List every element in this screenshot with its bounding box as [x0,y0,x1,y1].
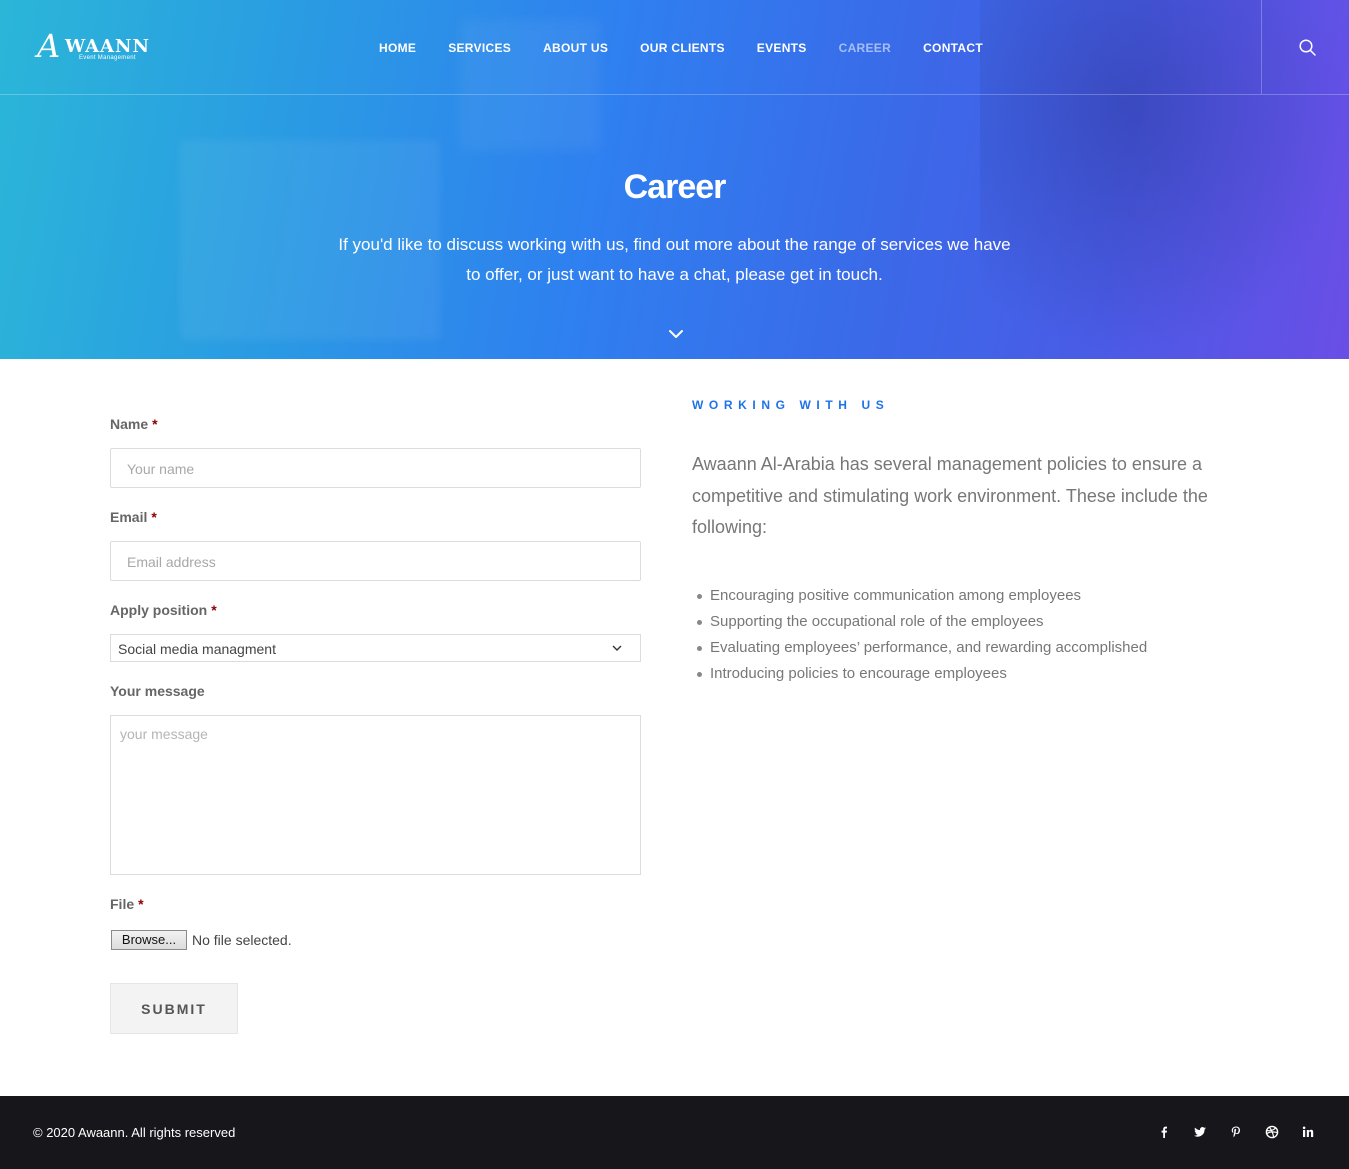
email-label: Email * [110,509,157,525]
message-label: Your message [110,683,205,699]
page-title: Career [623,168,727,206]
nav-item-events[interactable]: EVENTS [757,41,807,55]
dribbble-icon[interactable] [1265,1125,1279,1139]
position-select-value: Social media managment [118,641,276,657]
twitter-icon[interactable] [1193,1125,1207,1139]
nav-item-contact[interactable]: CONTACT [923,41,983,55]
section-heading: WORKING WITH US [692,398,890,412]
list-item: Evaluating employees’ performance, and r… [696,635,1147,661]
required-mark: * [211,602,217,618]
message-textarea[interactable]: your message [110,715,641,875]
hero-section: A WAANN Event Management HOME SERVICES A… [0,0,1349,359]
hero-description: If you'd like to discuss working with us… [338,235,1011,284]
list-item: Encouraging positive communication among… [696,583,1147,609]
email-placeholder: Email address [127,554,216,570]
file-label: File * [110,896,144,912]
site-header: A WAANN Event Management HOME SERVICES A… [0,0,1349,95]
name-input[interactable]: Your name [110,448,641,488]
search-button[interactable] [1261,0,1349,94]
search-icon [1299,39,1316,56]
social-links [1157,1125,1337,1139]
email-input[interactable]: Email address [110,541,641,581]
section-intro: Awaann Al-Arabia has several management … [692,454,1208,537]
nav-item-about-us[interactable]: ABOUT US [543,41,608,55]
copyright-text: © 2020 Awaann. All rights reserved [33,1125,236,1140]
position-select[interactable]: Social media managment [110,634,641,662]
file-status: No file selected. [192,932,292,948]
policy-list: Encouraging positive communication among… [696,583,1147,687]
required-mark: * [152,416,158,432]
logo-tagline: Event Management [79,55,136,61]
name-placeholder: Your name [127,461,195,477]
nav-item-services[interactable]: SERVICES [448,41,511,55]
list-item: Supporting the occupational role of the … [696,609,1147,635]
nav-item-our-clients[interactable]: OUR CLIENTS [640,41,725,55]
nav-item-career[interactable]: CAREER [839,41,891,55]
site-logo[interactable]: A WAANN Event Management [37,29,152,65]
position-label: Apply position * [110,602,217,618]
browse-button[interactable]: Browse... [111,930,187,950]
required-mark: * [151,509,157,525]
pinterest-icon[interactable] [1229,1125,1243,1139]
logo-word: WAANN [65,36,150,57]
submit-button[interactable]: SUBMIT [110,983,238,1034]
main-nav: HOME SERVICES ABOUT US OUR CLIENTS EVENT… [379,41,1015,55]
facebook-icon[interactable] [1157,1125,1171,1139]
name-label: Name * [110,416,158,432]
logo-mark: A [37,27,61,65]
list-item: Introducing policies to encourage employ… [696,661,1147,687]
chevron-down-icon [612,645,622,651]
linkedin-icon[interactable] [1301,1125,1315,1139]
nav-item-home[interactable]: HOME [379,41,416,55]
message-placeholder: your message [120,726,208,742]
site-footer: © 2020 Awaann. All rights reserved [0,1096,1349,1169]
required-mark: * [138,896,144,912]
chevron-down-icon[interactable] [668,329,684,339]
